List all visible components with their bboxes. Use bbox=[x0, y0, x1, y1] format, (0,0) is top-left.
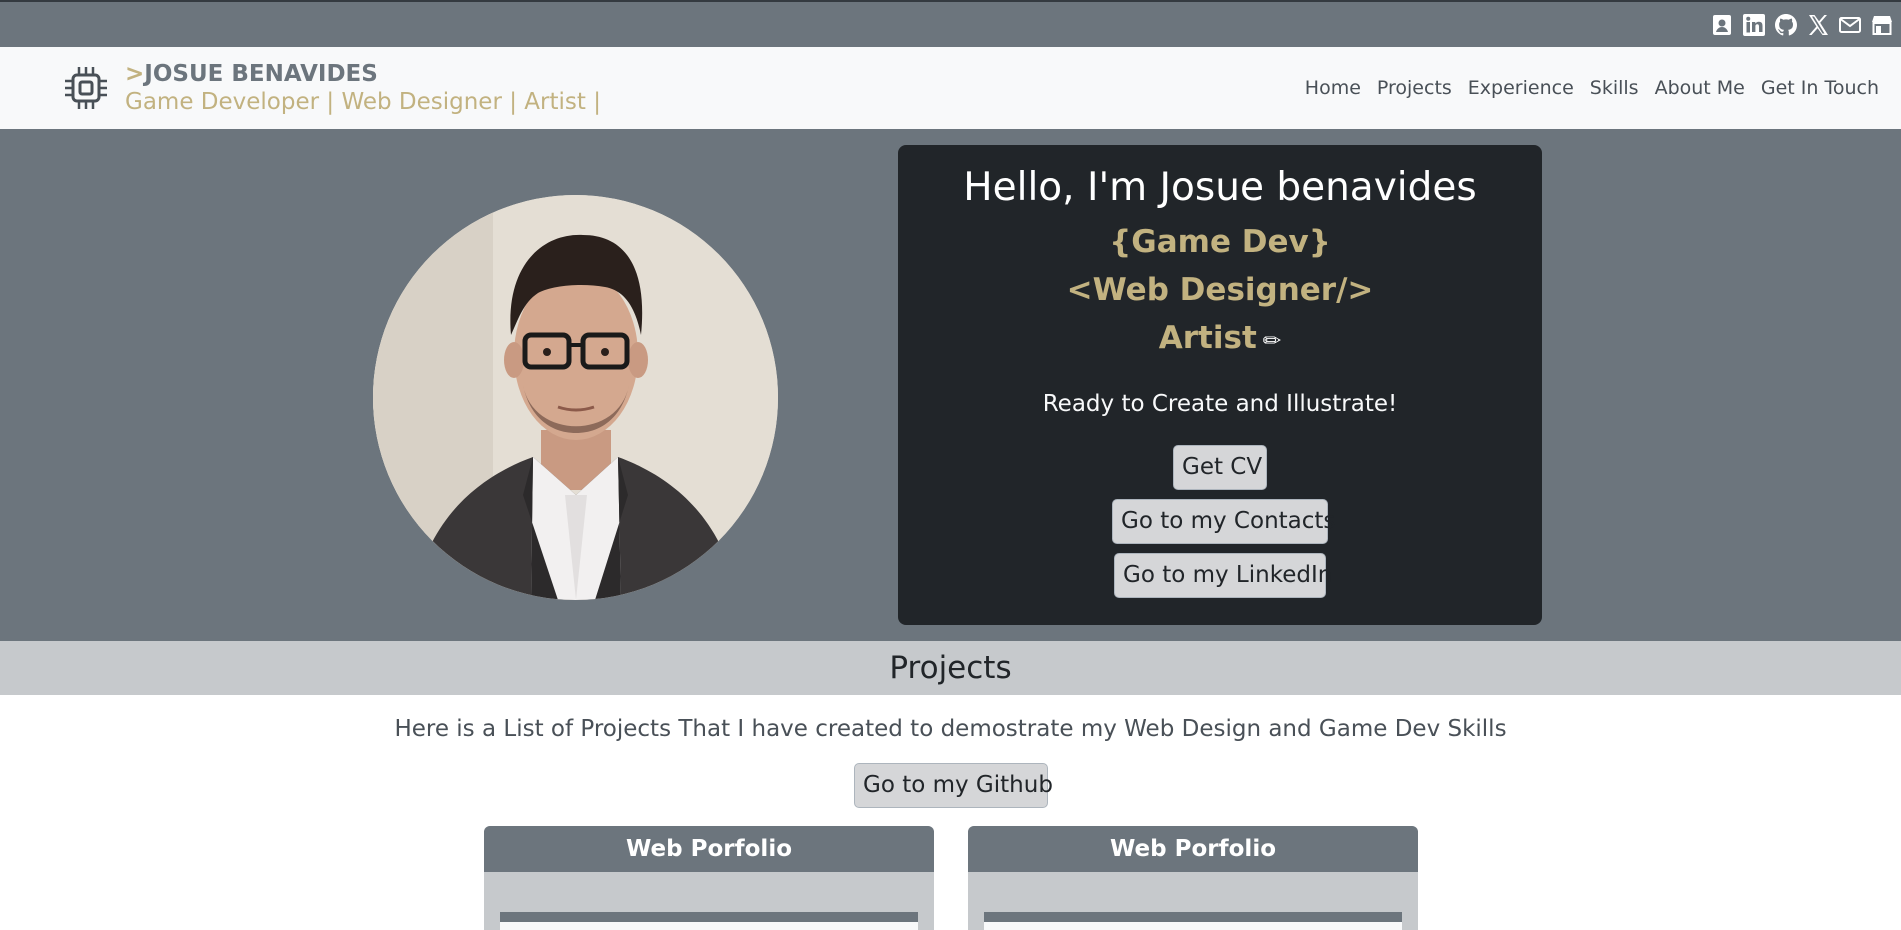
linkedin-button[interactable]: Go to my LinkedIn bbox=[1114, 553, 1332, 598]
project-thumbnail bbox=[500, 912, 918, 930]
project-card-title: Web Porfolio bbox=[484, 826, 934, 872]
get-cv-button[interactable]: Get CV bbox=[1173, 445, 1267, 490]
brand-name: JOSUE BENAVIDES bbox=[144, 61, 378, 87]
projects-header: Projects bbox=[0, 641, 1901, 695]
mail-icon[interactable] bbox=[1837, 12, 1863, 38]
nav-get-in-touch[interactable]: Get In Touch bbox=[1761, 77, 1879, 99]
main-nav: Home Projects Experience Skills About Me… bbox=[1305, 77, 1879, 99]
pencil-icon: ✏ bbox=[1262, 329, 1282, 354]
projects-description: Here is a List of Projects That I have c… bbox=[394, 716, 1507, 742]
nav-about-me[interactable]: About Me bbox=[1655, 77, 1745, 99]
linkedin-icon[interactable] bbox=[1741, 12, 1767, 38]
profile-photo bbox=[373, 195, 778, 600]
nav-skills[interactable]: Skills bbox=[1590, 77, 1639, 99]
brand-prefix: > bbox=[125, 61, 145, 87]
nav-projects[interactable]: Projects bbox=[1377, 77, 1452, 99]
navbar: >JOSUE BENAVIDES Game Developer | Web De… bbox=[0, 47, 1901, 129]
social-bar bbox=[0, 0, 1901, 47]
hero-tagline: Ready to Create and Illustrate! bbox=[1042, 391, 1398, 417]
role-artist-label: Artist bbox=[1158, 320, 1257, 356]
contacts-button[interactable]: Go to my Contacts bbox=[1112, 499, 1335, 544]
github-icon[interactable] bbox=[1773, 12, 1799, 38]
store-icon[interactable] bbox=[1869, 12, 1895, 38]
github-button[interactable]: Go to my Github bbox=[854, 763, 1053, 808]
role-game-dev: {Game Dev} bbox=[1109, 224, 1331, 260]
contact-card-icon[interactable] bbox=[1709, 12, 1735, 38]
nav-home[interactable]: Home bbox=[1305, 77, 1361, 99]
social-links bbox=[1709, 12, 1895, 38]
greeting: Hello, I'm Josue benavides bbox=[963, 165, 1477, 210]
project-card-title: Web Porfolio bbox=[968, 826, 1418, 872]
cpu-chip-icon[interactable] bbox=[62, 64, 110, 112]
project-thumbnail bbox=[984, 912, 1402, 930]
project-card[interactable]: Web Porfolio bbox=[484, 826, 934, 930]
hero-section: Hello, I'm Josue benavides {Game Dev} <W… bbox=[0, 129, 1901, 641]
projects-title: Projects bbox=[889, 650, 1012, 686]
nav-experience[interactable]: Experience bbox=[1468, 77, 1574, 99]
intro-card: Hello, I'm Josue benavides {Game Dev} <W… bbox=[898, 145, 1542, 625]
brand-title[interactable]: >JOSUE BENAVIDES bbox=[125, 61, 378, 87]
x-icon[interactable] bbox=[1805, 12, 1831, 38]
brand-tagline: Game Developer | Web Designer | Artist | bbox=[125, 89, 601, 115]
role-web-designer: <Web Designer/> bbox=[1066, 272, 1374, 308]
project-card[interactable]: Web Porfolio bbox=[968, 826, 1418, 930]
role-artist: Artist ✏ bbox=[898, 320, 1542, 356]
